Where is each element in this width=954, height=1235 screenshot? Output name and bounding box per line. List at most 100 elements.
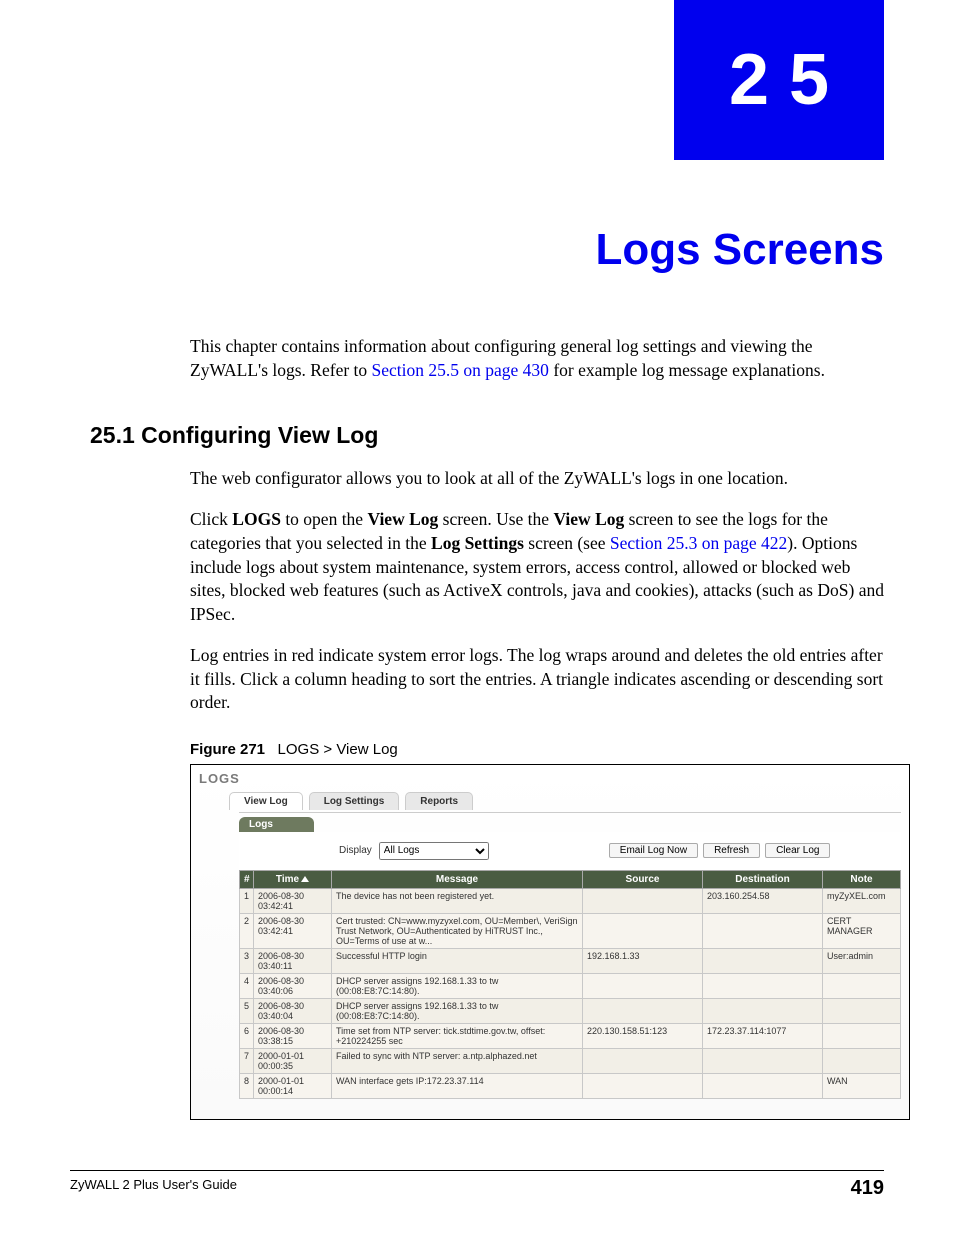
cell-source: [583, 913, 703, 948]
cell-idx: 7: [240, 1048, 254, 1073]
log-table: # Time Message Source Destination Note 1…: [239, 870, 901, 1099]
cell-idx: 6: [240, 1023, 254, 1048]
cell-time: 2006-08-30 03:40:04: [254, 998, 332, 1023]
clear-log-button[interactable]: Clear Log: [765, 843, 830, 858]
cell-destination: [703, 1073, 823, 1098]
col-header-note[interactable]: Note: [823, 870, 901, 888]
cell-message: Failed to sync with NTP server: a.ntp.al…: [332, 1048, 583, 1073]
col-header-time-label: Time: [276, 874, 299, 885]
logs-subheader: Logs: [239, 817, 314, 832]
cell-note: WAN: [823, 1073, 901, 1098]
tab-log-settings[interactable]: Log Settings: [309, 792, 400, 810]
section-p2: Click LOGS to open the View Log screen. …: [190, 508, 884, 626]
cell-time: 2006-08-30 03:38:15: [254, 1023, 332, 1048]
cell-idx: 2: [240, 913, 254, 948]
cell-message: WAN interface gets IP:172.23.37.114: [332, 1073, 583, 1098]
table-row: 82000-01-01 00:00:14WAN interface gets I…: [240, 1073, 901, 1098]
cell-message: Cert trusted: CN=www.myzyxel.com, OU=Mem…: [332, 913, 583, 948]
cell-destination: 203.160.254.58: [703, 888, 823, 913]
intro-text-after: for example log message explanations.: [553, 360, 825, 380]
cell-destination: [703, 913, 823, 948]
p2-crossref-link[interactable]: Section 25.3 on page 422: [610, 533, 787, 553]
cell-idx: 5: [240, 998, 254, 1023]
cell-message: Successful HTTP login: [332, 948, 583, 973]
p2-bold-viewlog1: View Log: [367, 509, 438, 529]
cell-source: [583, 973, 703, 998]
intro-paragraph: This chapter contains information about …: [190, 335, 884, 382]
cell-note: [823, 1048, 901, 1073]
cell-note: [823, 973, 901, 998]
cell-time: 2000-01-01 00:00:14: [254, 1073, 332, 1098]
p2-frag-a: Click: [190, 509, 232, 529]
screenshot-panel: LOGS View Log Log Settings Reports Logs …: [190, 764, 910, 1120]
cell-time: 2000-01-01 00:00:35: [254, 1048, 332, 1073]
cell-idx: 1: [240, 888, 254, 913]
cell-destination: [703, 998, 823, 1023]
cell-destination: 172.23.37.114:1077: [703, 1023, 823, 1048]
table-row: 52006-08-30 03:40:04DHCP server assigns …: [240, 998, 901, 1023]
table-row: 12006-08-30 03:42:41The device has not b…: [240, 888, 901, 913]
section-heading: 25.1 Configuring View Log: [90, 422, 884, 449]
cell-note: [823, 998, 901, 1023]
logs-panel: Logs Display All Logs Email Log Now Refr…: [239, 812, 901, 1099]
p2-bold-logsettings: Log Settings: [431, 533, 524, 553]
tabs-row: View Log Log Settings Reports: [229, 792, 901, 810]
p2-bold-logs: LOGS: [232, 509, 281, 529]
table-row: 22006-08-30 03:42:41Cert trusted: CN=www…: [240, 913, 901, 948]
page-footer: ZyWALL 2 Plus User's Guide 419: [70, 1170, 884, 1200]
col-header-idx[interactable]: #: [240, 870, 254, 888]
cell-idx: 8: [240, 1073, 254, 1098]
cell-note: myZyXEL.com: [823, 888, 901, 913]
cell-source: 192.168.1.33: [583, 948, 703, 973]
figure-label: Figure 271: [190, 741, 265, 758]
cell-idx: 3: [240, 948, 254, 973]
cell-destination: [703, 1048, 823, 1073]
cell-destination: [703, 948, 823, 973]
footer-page-number: 419: [851, 1177, 884, 1200]
cell-note: CERT MANAGER: [823, 913, 901, 948]
cell-source: 220.130.158.51:123: [583, 1023, 703, 1048]
table-row: 42006-08-30 03:40:06DHCP server assigns …: [240, 973, 901, 998]
col-header-time[interactable]: Time: [254, 870, 332, 888]
table-row: 72000-01-01 00:00:35Failed to sync with …: [240, 1048, 901, 1073]
table-row: 62006-08-30 03:38:15Time set from NTP se…: [240, 1023, 901, 1048]
tab-reports[interactable]: Reports: [405, 792, 473, 810]
chapter-number-badge: 25: [674, 0, 884, 160]
table-row: 32006-08-30 03:40:11Successful HTTP logi…: [240, 948, 901, 973]
col-header-destination[interactable]: Destination: [703, 870, 823, 888]
display-select[interactable]: All Logs: [379, 842, 489, 860]
cell-destination: [703, 973, 823, 998]
cell-time: 2006-08-30 03:42:41: [254, 888, 332, 913]
screenshot-title: LOGS: [199, 771, 901, 786]
email-log-now-button[interactable]: Email Log Now: [609, 843, 698, 858]
cell-message: Time set from NTP server: tick.stdtime.g…: [332, 1023, 583, 1048]
cell-idx: 4: [240, 973, 254, 998]
col-header-source[interactable]: Source: [583, 870, 703, 888]
footer-guide-name: ZyWALL 2 Plus User's Guide: [70, 1177, 237, 1200]
display-label: Display: [339, 845, 372, 856]
cell-note: [823, 1023, 901, 1048]
p2-frag-c: to open the: [281, 509, 368, 529]
figure-caption: Figure 271 LOGS > View Log: [190, 741, 884, 758]
cell-source: [583, 998, 703, 1023]
tab-view-log[interactable]: View Log: [229, 792, 303, 810]
cell-message: The device has not been registered yet.: [332, 888, 583, 913]
section-p3: Log entries in red indicate system error…: [190, 644, 884, 715]
cell-source: [583, 1048, 703, 1073]
cell-message: DHCP server assigns 192.168.1.33 to tw (…: [332, 998, 583, 1023]
cell-message: DHCP server assigns 192.168.1.33 to tw (…: [332, 973, 583, 998]
col-header-message[interactable]: Message: [332, 870, 583, 888]
chapter-number: 25: [729, 39, 849, 121]
figure-caption-text: LOGS > View Log: [278, 741, 398, 758]
intro-crossref-link[interactable]: Section 25.5 on page 430: [372, 360, 549, 380]
cell-time: 2006-08-30 03:40:11: [254, 948, 332, 973]
cell-time: 2006-08-30 03:42:41: [254, 913, 332, 948]
cell-source: [583, 1073, 703, 1098]
chapter-title: Logs Screens: [70, 225, 884, 275]
p2-frag-i: screen (see: [524, 533, 610, 553]
cell-note: User:admin: [823, 948, 901, 973]
cell-source: [583, 888, 703, 913]
refresh-button[interactable]: Refresh: [703, 843, 760, 858]
p2-frag-e: screen. Use the: [438, 509, 553, 529]
logs-toolbar: Display All Logs Email Log Now Refresh C…: [239, 832, 901, 870]
